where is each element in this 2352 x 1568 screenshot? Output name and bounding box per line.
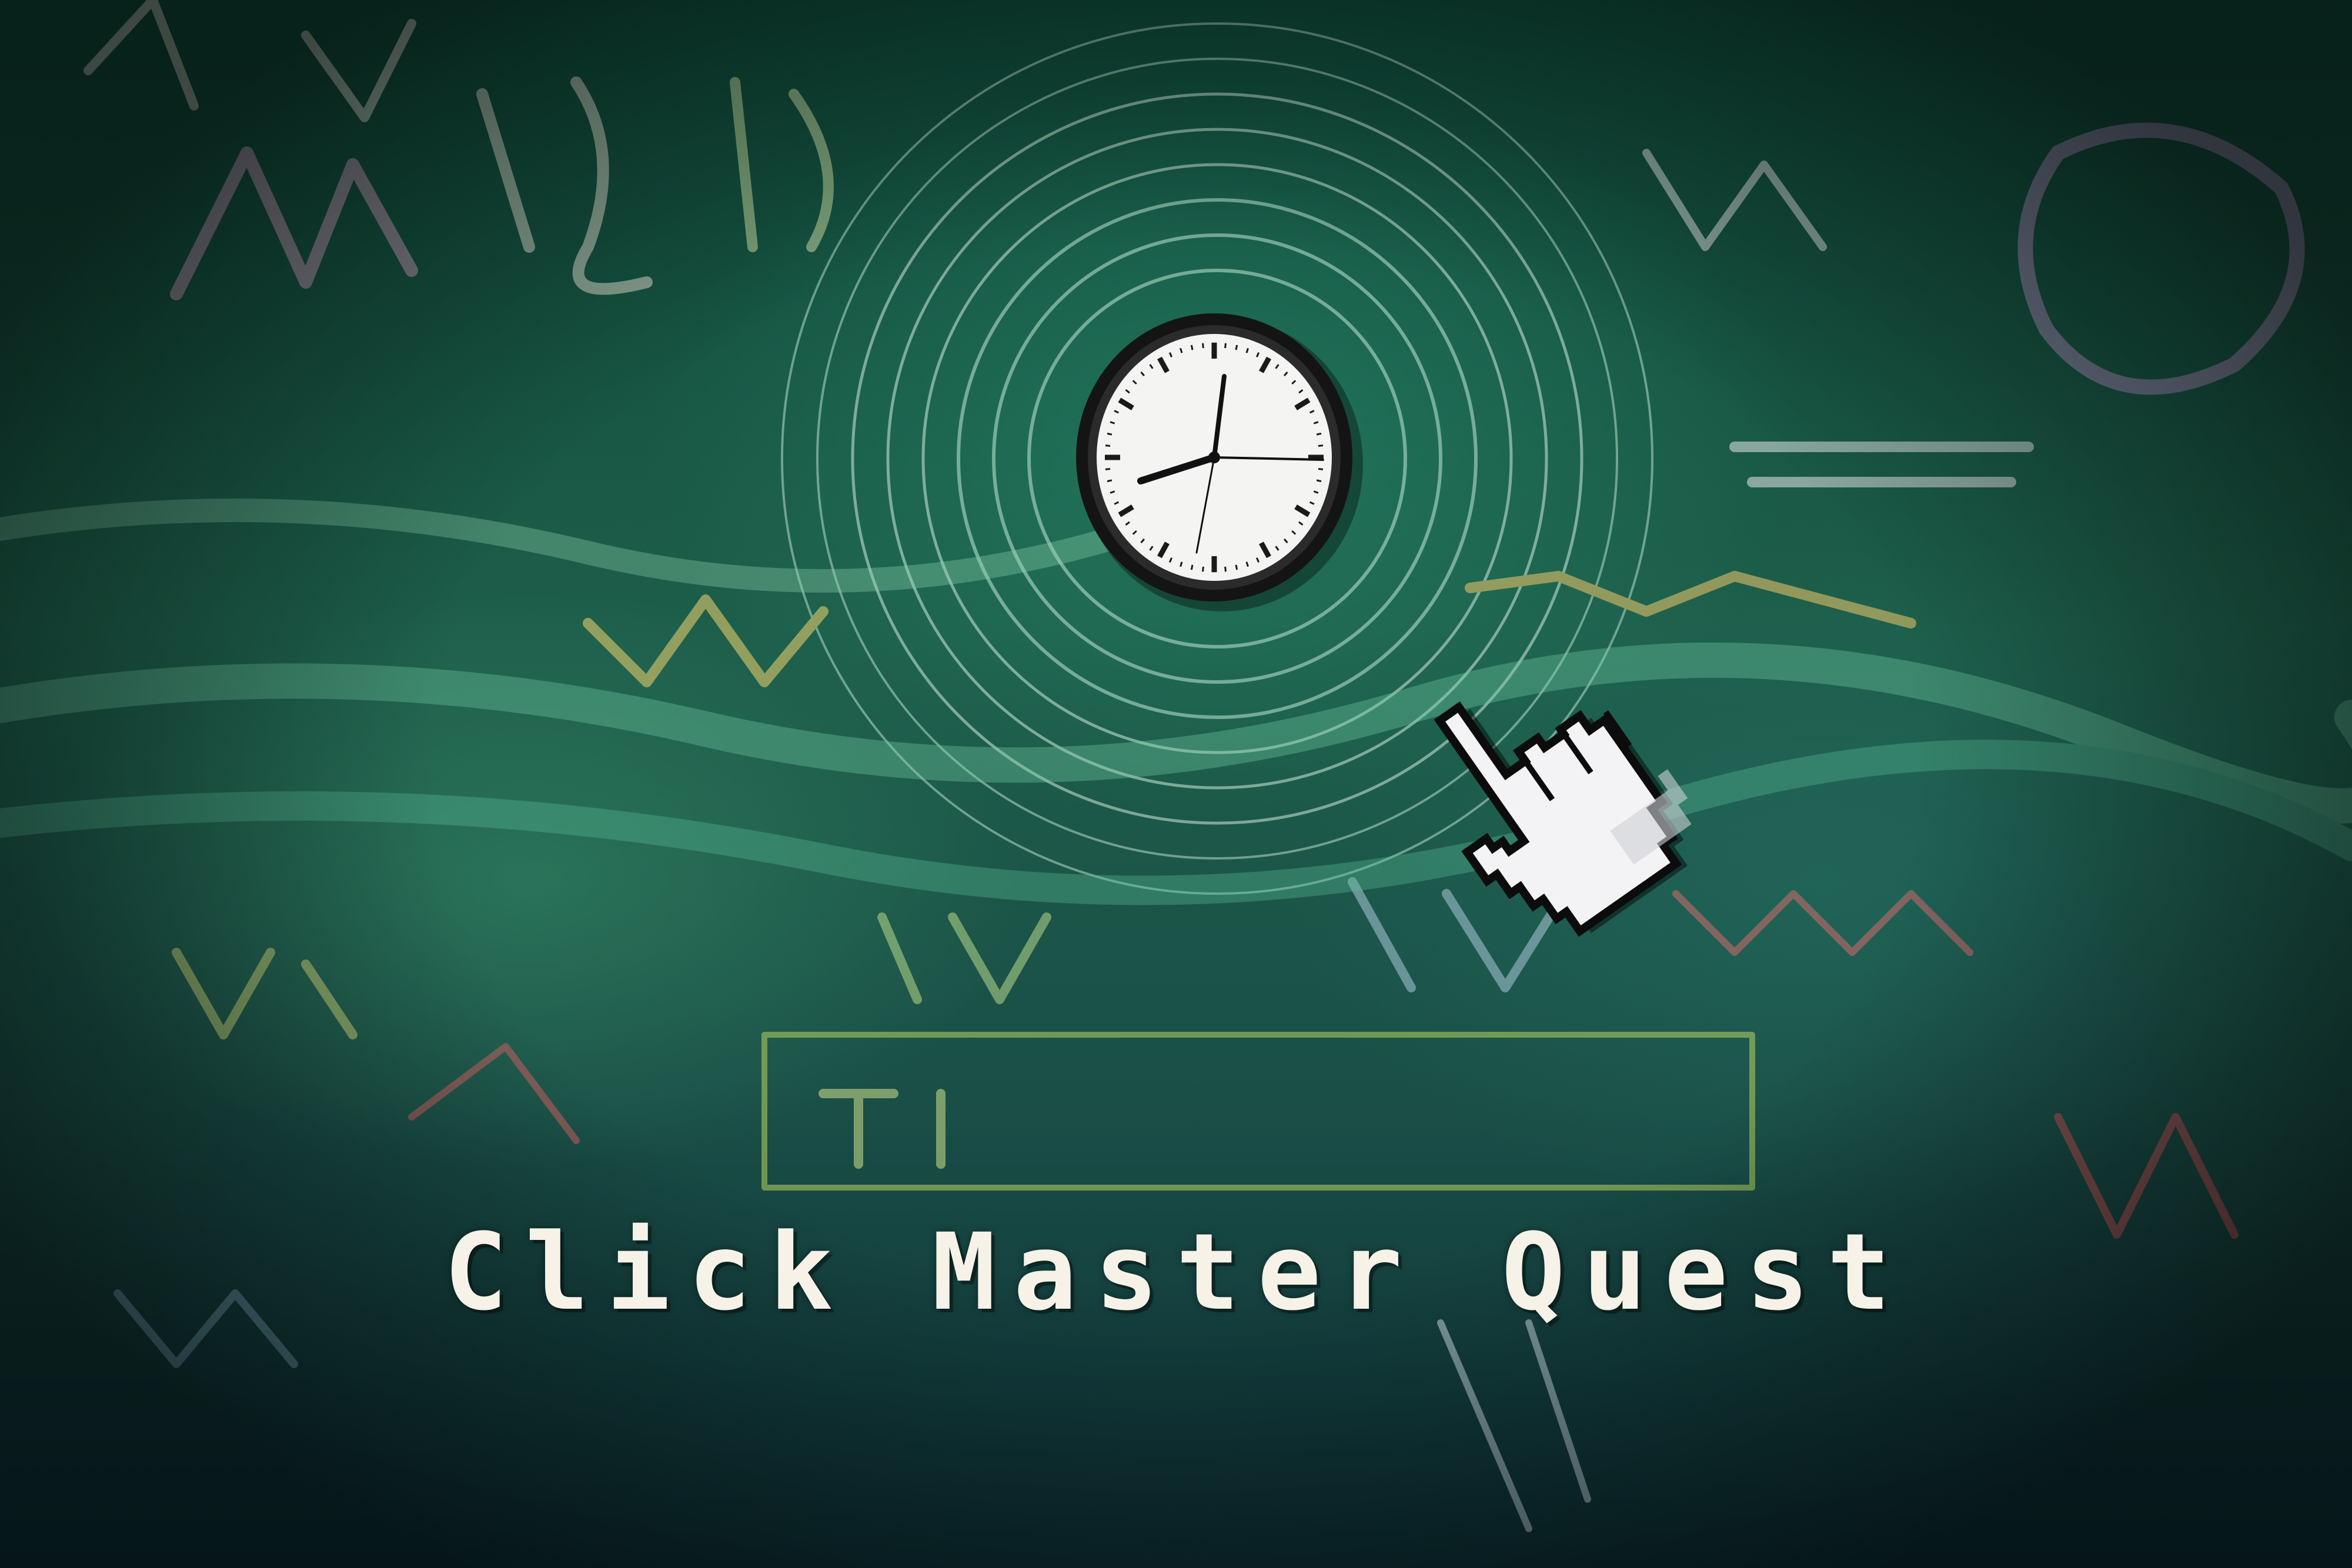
clock-minute-tick [1235, 345, 1238, 350]
clock-minute-tick [1202, 566, 1204, 572]
clock-minute-tick [1316, 479, 1322, 483]
clock-minute-tick [1107, 479, 1112, 483]
clock-minute-tick [1224, 343, 1227, 349]
clock-minute-tick [1318, 468, 1324, 470]
clock-minute-tick [1107, 432, 1112, 436]
wall-clock-icon [1076, 313, 1363, 611]
clock-minute-tick [1235, 564, 1238, 570]
clock-minute-tick [1224, 566, 1227, 572]
game-title: Click Master Quest [443, 1211, 1909, 1334]
hand-pointer-cursor-icon [1434, 701, 1692, 937]
clock-minute-tick [1105, 468, 1111, 470]
title-screen[interactable]: Click Master Quest [0, 0, 2352, 1568]
clock-minute-tick [1190, 345, 1194, 350]
clock-minute-tick [1316, 432, 1322, 436]
clock-minute-tick [1190, 564, 1194, 570]
clock-minute-tick [1202, 343, 1204, 349]
